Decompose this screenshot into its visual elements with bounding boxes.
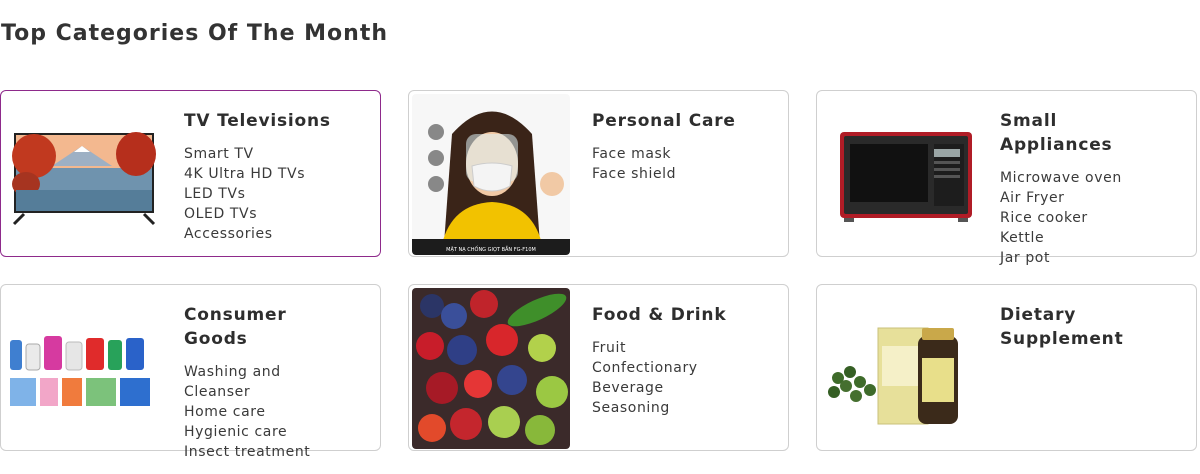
supplement-bottle-image[interactable] <box>820 288 978 449</box>
subcategory-link[interactable]: Seasoning <box>592 398 698 418</box>
category-card-personal-care[interactable]: MẶT NẠ CHỐNG GIỌT BẮN FG-F10M Personal C… <box>408 90 789 257</box>
subcategory-link[interactable]: 4K Ultra HD TVs <box>184 164 305 184</box>
category-title[interactable]: Food & Drink <box>592 303 762 327</box>
subcategory-link[interactable]: Accessories <box>184 224 305 244</box>
image-caption: MẶT NẠ CHỐNG GIỌT BẮN FG-F10M <box>446 247 536 253</box>
subcategory-link[interactable]: OLED TVs <box>184 204 305 224</box>
face-shield-image[interactable]: MẶT NẠ CHỐNG GIỌT BẮN FG-F10M <box>412 94 570 255</box>
subcategory-link[interactable]: Hygienic care <box>184 422 310 442</box>
subcategory-link[interactable]: Beverage <box>592 378 698 398</box>
category-title[interactable]: Small Appliances <box>1000 109 1170 157</box>
subcategory-link[interactable]: Air Fryer <box>1000 188 1122 208</box>
subcategory-link[interactable]: Confectionary <box>592 358 698 378</box>
subcategory-list: Washing and Cleanser Home care Hygienic … <box>184 362 310 462</box>
subcategory-link[interactable]: Face mask <box>592 144 676 164</box>
subcategory-link[interactable]: Rice cooker <box>1000 208 1122 228</box>
category-card-food-drink[interactable]: Food & Drink Fruit Confectionary Beverag… <box>408 284 789 451</box>
subcategory-link[interactable]: Face shield <box>592 164 676 184</box>
subcategory-list: Face mask Face shield <box>592 144 676 184</box>
category-title[interactable]: Personal Care <box>592 109 762 133</box>
television-image[interactable] <box>4 94 162 255</box>
subcategory-link[interactable]: LED TVs <box>184 184 305 204</box>
subcategory-link[interactable]: Kettle <box>1000 228 1122 248</box>
subcategory-link[interactable]: Smart TV <box>184 144 305 164</box>
section-title: Top Categories Of The Month <box>1 21 388 46</box>
subcategory-link[interactable]: Jar pot <box>1000 248 1122 268</box>
subcategory-link[interactable]: Home care <box>184 402 310 422</box>
category-title[interactable]: TV Televisions <box>184 109 354 133</box>
category-card-tv-televisions[interactable]: TV Televisions Smart TV 4K Ultra HD TVs … <box>0 90 381 257</box>
subcategory-list: Microwave oven Air Fryer Rice cooker Ket… <box>1000 168 1122 268</box>
subcategory-link[interactable]: Fruit <box>592 338 698 358</box>
subcategory-list: Fruit Confectionary Beverage Seasoning <box>592 338 698 418</box>
subcategory-list: Smart TV 4K Ultra HD TVs LED TVs OLED TV… <box>184 144 305 244</box>
fruits-image[interactable] <box>412 288 570 449</box>
category-title[interactable]: Consumer Goods <box>184 303 354 351</box>
category-title[interactable]: Dietary Supplement <box>1000 303 1170 351</box>
microwave-image[interactable] <box>820 94 978 255</box>
subcategory-link[interactable]: Microwave oven <box>1000 168 1122 188</box>
category-card-consumer-goods[interactable]: Consumer Goods Washing and Cleanser Home… <box>0 284 381 460</box>
subcategory-link[interactable]: Washing and Cleanser <box>184 362 284 402</box>
category-card-dietary-supplement[interactable]: Dietary Supplement <box>816 284 1197 451</box>
detergent-products-image[interactable] <box>4 288 162 449</box>
category-card-small-appliances[interactable]: Small Appliances Microwave oven Air Frye… <box>816 90 1197 266</box>
subcategory-link[interactable]: Insect treatment <box>184 442 310 462</box>
